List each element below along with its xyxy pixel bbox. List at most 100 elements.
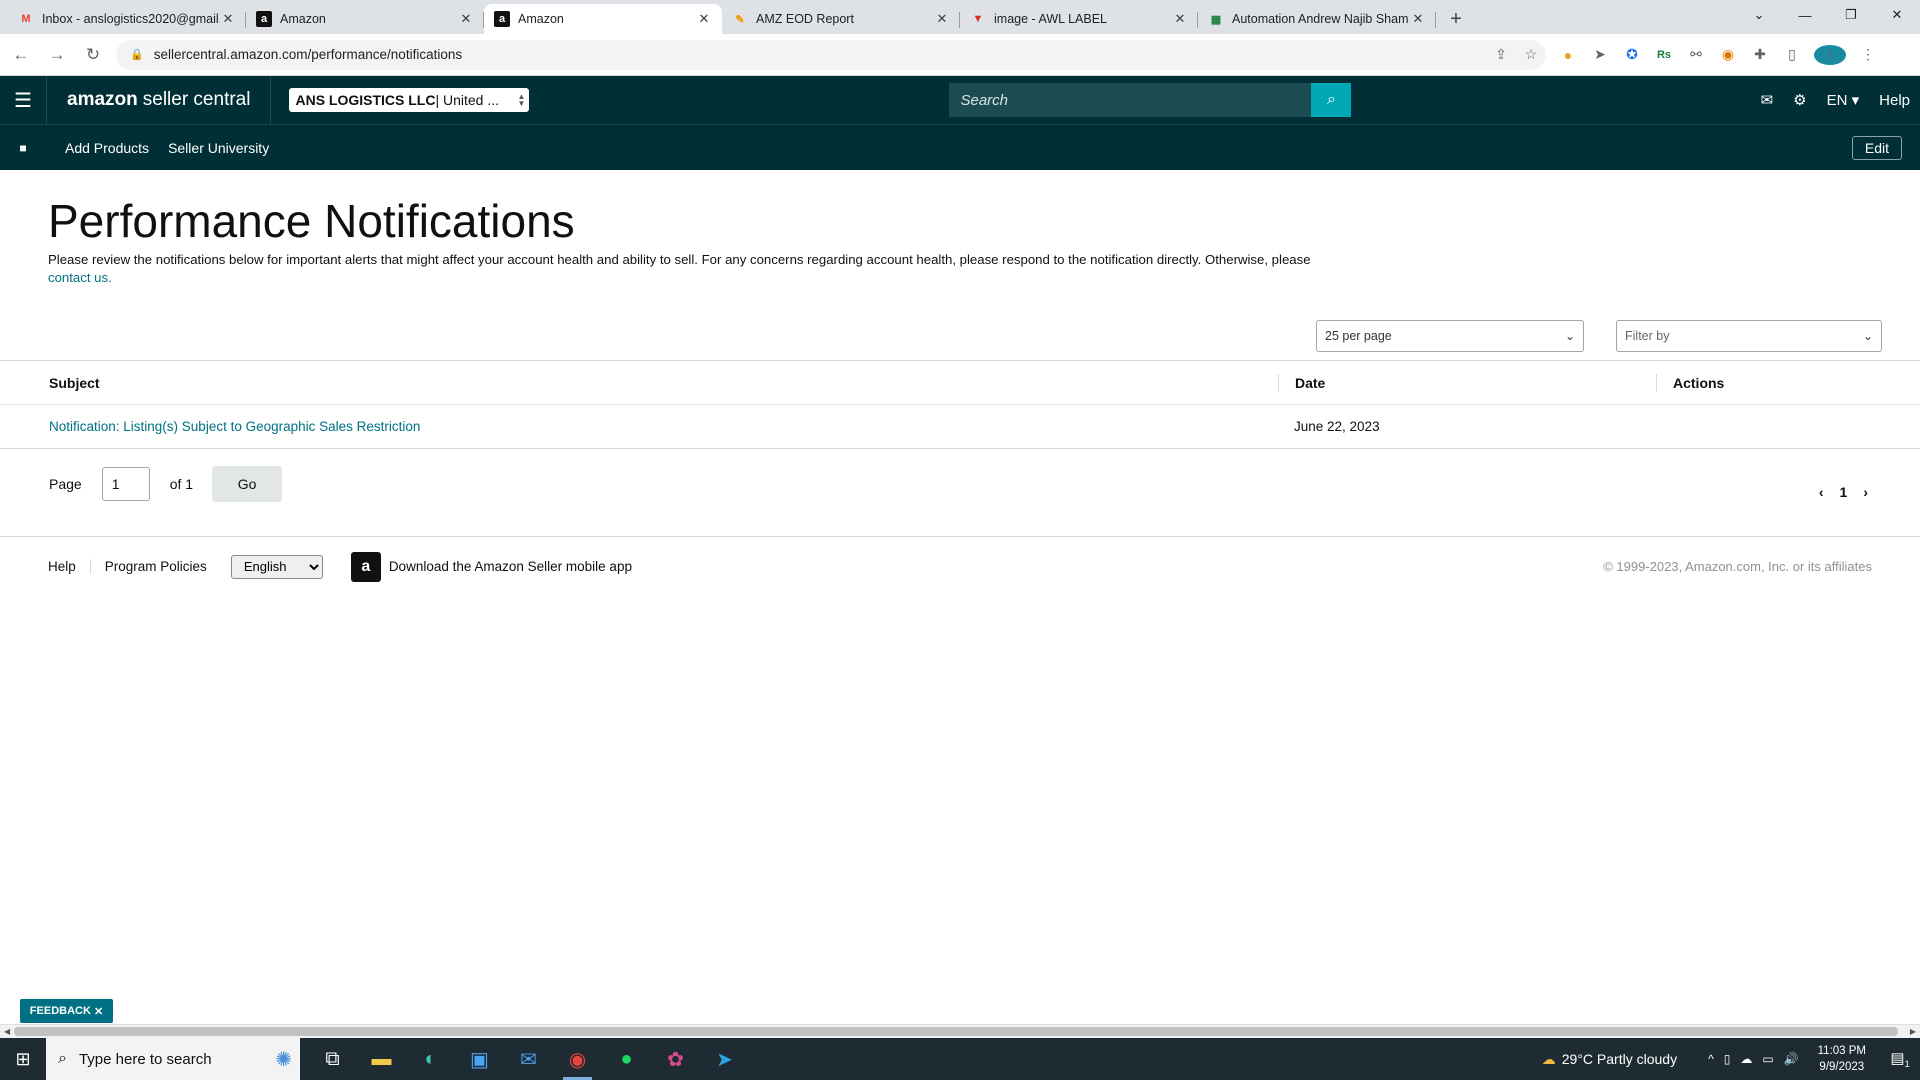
notification-link[interactable]: Notification: Listing(s) Subject to Geog… (49, 419, 420, 434)
lock-icon: 🔒 (130, 49, 144, 61)
network-icon[interactable]: ▭ (1762, 1052, 1773, 1066)
extensions-puzzle-icon[interactable]: ✚ (1744, 46, 1776, 63)
notification-center-icon[interactable]: ▤1 (1880, 1049, 1920, 1069)
store-icon[interactable]: ▣ (455, 1038, 504, 1080)
volume-icon[interactable]: 🔊 (1784, 1052, 1799, 1066)
filter-by-select[interactable]: Filter by ⌄ (1616, 320, 1882, 352)
chevron-left-icon[interactable]: ‹ (1819, 484, 1824, 500)
page-number-input[interactable]: 1 (101, 467, 150, 501)
address-bar[interactable]: 🔒 sellercentral.amazon.com/performance/n… (116, 39, 1546, 70)
footer-language-select[interactable]: English (230, 554, 323, 579)
add-products-link[interactable]: Add Products (65, 140, 149, 156)
account-switcher[interactable]: ANS LOGISTICS LLC | United ... ▲ ▼ (289, 88, 530, 112)
bookmark-icon[interactable]: ■ (0, 141, 46, 155)
mail-app-icon[interactable]: ✉ (504, 1038, 553, 1080)
search-highlight-icon: ✺ (275, 1048, 292, 1071)
minimize-icon[interactable]: — (1782, 0, 1828, 30)
feedback-button[interactable]: FEEDBACK ✕ (20, 999, 113, 1023)
help-link[interactable]: Help (1879, 92, 1910, 109)
seller-central-logo[interactable]: amazon seller central (46, 76, 272, 124)
search-input[interactable] (949, 83, 1312, 117)
column-header-date[interactable]: Date (1278, 373, 1656, 392)
page-label: Page (49, 476, 82, 492)
gear-icon[interactable]: ⚙ (1793, 91, 1806, 109)
back-arrow-icon[interactable]: ← (6, 40, 36, 70)
contact-us-link[interactable]: contact us. (48, 270, 112, 285)
system-tray: ☁ 29°C Partly cloudy ^ ▯ ☁ ▭ 🔊 11:03 PM … (1542, 1043, 1920, 1075)
reload-icon[interactable]: ↻ (78, 40, 108, 70)
chrome-icon[interactable]: ◉ (553, 1038, 602, 1080)
extension-link-icon[interactable]: ⚯ (1680, 46, 1712, 63)
language-selector[interactable]: EN ▾ (1827, 91, 1860, 109)
go-button[interactable]: Go (212, 466, 283, 502)
browser-tab-awl-label[interactable]: ▼ image - AWL LABEL ✕ (960, 4, 1198, 34)
per-page-select[interactable]: 25 per page ⌄ (1316, 320, 1584, 352)
onedrive-icon[interactable]: ☁ (1740, 1052, 1752, 1066)
close-icon[interactable]: ✕ (696, 11, 712, 27)
browser-tab-amz-eod[interactable]: ✎ AMZ EOD Report ✕ (722, 4, 960, 34)
new-tab-plus-icon[interactable]: + (1442, 4, 1470, 34)
chevron-right-icon[interactable]: › (1863, 484, 1868, 500)
close-icon[interactable]: ✕ (220, 11, 236, 27)
row-date-cell: June 22, 2023 (1294, 419, 1380, 434)
copyright-text: © 1999-2023, Amazon.com, Inc. or its aff… (1603, 559, 1872, 574)
close-icon[interactable]: ✕ (94, 1005, 103, 1018)
chrome-menu-icon[interactable]: ⋮ (1852, 46, 1884, 63)
browser-tab-automation[interactable]: ▦ Automation Andrew Najib Sham ✕ (1198, 4, 1436, 34)
scroll-right-icon[interactable]: ▶ (1910, 1025, 1916, 1039)
side-panel-icon[interactable]: ▯ (1776, 46, 1808, 63)
telegram-icon[interactable]: ➤ (700, 1038, 749, 1080)
profile-avatar[interactable]: I (1814, 44, 1846, 65)
row-subject-cell: Notification: Listing(s) Subject to Geog… (0, 419, 1278, 434)
clock-time: 11:03 PM (1817, 1045, 1866, 1057)
bookmark-star-icon[interactable]: ☆ (1516, 46, 1546, 63)
browser-tab-amazon-active[interactable]: a Amazon ✕ (484, 4, 722, 34)
taskbar-clock[interactable]: 11:03 PM 9/9/2023 (1818, 1043, 1866, 1075)
scroll-left-icon[interactable]: ◀ (4, 1025, 10, 1039)
address-url[interactable]: sellercentral.amazon.com/performance/not… (154, 47, 1486, 62)
hamburger-menu-icon[interactable]: ☰ (0, 76, 46, 124)
restore-icon[interactable]: ❐ (1828, 0, 1874, 30)
edge-icon[interactable]: ◐ (406, 1038, 455, 1080)
mail-icon[interactable]: ✉ (1761, 91, 1774, 109)
row-actions-cell (1656, 418, 1920, 436)
amazon-icon: a (256, 11, 272, 27)
footer-help-link[interactable]: Help (48, 559, 91, 574)
feedback-label: FEEDBACK (29, 1005, 91, 1017)
amazon-app-icon[interactable]: a (350, 551, 381, 582)
device-icon[interactable]: ▯ (1724, 1052, 1731, 1066)
horizontal-scrollbar[interactable]: ◀ ▶ (0, 1024, 1920, 1038)
browser-tab-amazon[interactable]: a Amazon ✕ (246, 4, 484, 34)
color-app-icon[interactable]: ✿ (651, 1038, 700, 1080)
page-number-link[interactable]: 1 (1840, 484, 1848, 500)
close-window-icon[interactable]: ✕ (1874, 0, 1920, 30)
spotify-icon[interactable]: ● (602, 1038, 651, 1080)
extension-arrow-icon[interactable]: ➤ (1584, 46, 1616, 63)
forward-arrow-icon[interactable]: → (42, 40, 72, 70)
tab-search-chevron-icon[interactable]: ⌄ (1736, 0, 1782, 30)
column-header-subject[interactable]: Subject (0, 375, 1278, 391)
browser-tab-gmail[interactable]: M Inbox - anslogistics2020@gmail.c ✕ (8, 4, 246, 34)
close-icon[interactable]: ✕ (1172, 11, 1188, 27)
weather-text[interactable]: 29°C Partly cloudy (1562, 1051, 1677, 1067)
search-button[interactable]: ⌕ (1311, 83, 1352, 117)
footer-program-policies-link[interactable]: Program Policies (91, 559, 221, 574)
file-explorer-icon[interactable]: ▬ (357, 1038, 406, 1080)
share-icon[interactable]: ⇪ (1486, 46, 1516, 63)
close-icon[interactable]: ✕ (458, 11, 474, 27)
close-icon[interactable]: ✕ (934, 11, 950, 27)
show-hidden-icons-icon[interactable]: ^ (1708, 1052, 1714, 1066)
extension-shield-icon[interactable]: ✪ (1616, 46, 1648, 63)
taskbar-search-box[interactable]: ⌕ Type here to search ✺ (46, 1038, 300, 1080)
scrollbar-thumb[interactable] (14, 1027, 1898, 1036)
seller-university-link[interactable]: Seller University (168, 140, 269, 156)
edit-button[interactable]: Edit (1851, 135, 1902, 160)
extension-rs-icon[interactable]: Rs (1648, 49, 1680, 61)
task-view-icon[interactable]: ⧉ (308, 1038, 357, 1080)
extension-honey-icon[interactable]: ● (1552, 47, 1584, 63)
extension-circle-icon[interactable]: ◉ (1712, 46, 1744, 63)
page-footer: Help Program Policies English a Download… (0, 536, 1920, 596)
close-icon[interactable]: ✕ (1410, 11, 1426, 27)
download-app-link[interactable]: Download the Amazon Seller mobile app (389, 559, 632, 574)
windows-start-icon[interactable]: ⊞ (0, 1038, 46, 1080)
